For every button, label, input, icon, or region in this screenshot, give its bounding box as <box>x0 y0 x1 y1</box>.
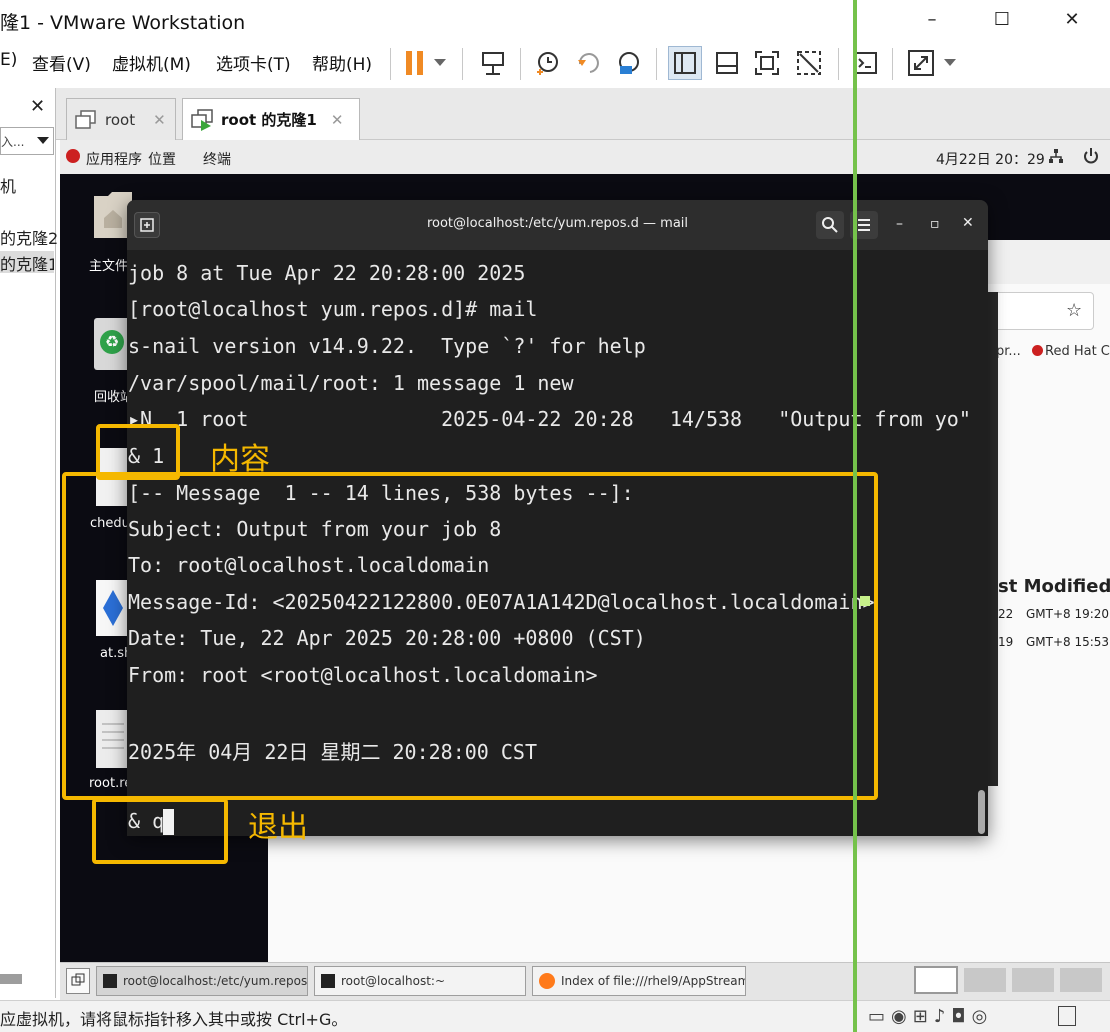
show-library-icon[interactable] <box>668 46 702 80</box>
terminal-maximize-icon[interactable]: ▫ <box>930 216 940 232</box>
trash-icon[interactable]: ♻ <box>94 318 130 370</box>
revert-snapshot-icon[interactable] <box>572 46 606 80</box>
unity-icon[interactable] <box>792 46 826 80</box>
hdd-icon[interactable]: ▭ <box>868 1006 891 1027</box>
close-button[interactable]: ✕ <box>1054 6 1090 34</box>
network-adapter-icon[interactable]: ⊞ <box>913 1006 934 1027</box>
thumbnail-bar-icon[interactable] <box>710 46 744 80</box>
library-item-clone2[interactable]: 的克隆2 <box>0 225 58 249</box>
annotation-box-quit <box>92 798 228 864</box>
terminal-scrollbar[interactable] <box>978 790 985 834</box>
library-close-icon[interactable]: ✕ <box>30 96 45 117</box>
terminal-line: s-nail version v14.9.22. Type `?' for he… <box>128 334 646 358</box>
snapshot-manager-icon[interactable] <box>612 46 646 80</box>
cd-icon[interactable]: ◉ <box>891 1006 913 1027</box>
taskbar-label: root@localhost:/etc/yum.repos.d ... <box>123 974 308 988</box>
gnome-places[interactable]: 位置 <box>148 149 176 169</box>
row-1-time: GMT+8 19:20:4 <box>1026 607 1110 621</box>
toolbar-separator <box>838 48 839 80</box>
search-icon[interactable] <box>816 211 844 239</box>
toolbar-separator <box>390 48 391 80</box>
workspace-4[interactable] <box>1060 968 1102 992</box>
column-last-modified: st Modified <box>998 576 1110 597</box>
library-item-host[interactable]: 机 <box>0 173 16 197</box>
vm-icon <box>75 109 96 129</box>
annotation-quit-label: 退出 <box>248 810 308 845</box>
vm-running-icon <box>191 108 213 131</box>
terminal-icon <box>103 974 117 988</box>
star-icon[interactable]: ☆ <box>1066 300 1082 321</box>
taskbar-label: Index of file:///rhel9/AppStream —... <box>561 974 746 988</box>
row-1-year: 22 <box>998 607 1014 621</box>
minimize-button[interactable]: – <box>914 6 950 34</box>
redhat-bookmark-icon <box>1032 345 1043 356</box>
terminal-minimize-icon[interactable]: – <box>896 216 903 232</box>
gnome-clock[interactable]: 4月22日 20：29 <box>936 149 1045 169</box>
tab-root-clone1-label: root 的克隆1 <box>221 111 317 129</box>
terminal-close-icon[interactable]: ✕ <box>962 215 974 231</box>
device-status-icons[interactable]: ▭◉⊞♪◘◎ <box>868 1006 993 1027</box>
library-scrollbar[interactable] <box>0 974 22 984</box>
pause-icon[interactable] <box>398 46 432 80</box>
vmware-window: 隆1 - VMware Workstation – ☐ ✕ E) 查看(V) 虚… <box>0 0 1110 1032</box>
menu-edit[interactable]: E) <box>0 50 17 70</box>
tab-root-clone1[interactable]: root 的克隆1 ✕ <box>182 98 360 140</box>
taskbar-item-firefox[interactable]: Index of file:///rhel9/AppStream —... <box>532 966 746 996</box>
workspace-1[interactable] <box>914 966 958 994</box>
stretch-guest-icon[interactable] <box>904 46 938 80</box>
menu-tabs[interactable]: 选项卡(T) <box>216 50 291 75</box>
toolbar-separator <box>520 48 521 80</box>
status-text: 应虚拟机，请将鼠标指针移入其中或按 Ctrl+G。 <box>0 1010 348 1029</box>
terminal-line: job 8 at Tue Apr 22 20:28:00 2025 <box>128 261 526 285</box>
menu-view[interactable]: 查看(V) <box>32 50 91 75</box>
power-icon[interactable] <box>1082 147 1100 169</box>
close-icon[interactable]: ✕ <box>331 111 344 129</box>
bookmark-redhat[interactable]: Red Hat Cor <box>1045 344 1110 359</box>
toolbar-separator <box>892 48 893 80</box>
workspace-3[interactable] <box>1012 968 1054 992</box>
library-item-clone1[interactable]: 的克隆1 <box>0 251 54 273</box>
camera-icon[interactable]: ◘ <box>951 1006 971 1027</box>
gnome-applications[interactable]: 应用程序 <box>86 149 142 169</box>
terminal-icon <box>321 974 335 988</box>
toolbar-separator <box>462 48 463 80</box>
desktop-label-home: 主文件 <box>89 259 129 274</box>
firefox-icon <box>539 973 555 989</box>
maximize-button[interactable]: ☐ <box>984 6 1020 34</box>
terminal-line: [root@localhost yum.repos.d]# mail <box>128 297 538 321</box>
redhat-icon <box>66 149 80 163</box>
close-icon[interactable]: ✕ <box>153 111 166 129</box>
taskbar-label: root@localhost:~ <box>341 974 446 988</box>
snapshot-icon[interactable] <box>530 46 564 80</box>
vertical-guide-line <box>853 0 857 1032</box>
library-search-input[interactable]: 入... <box>0 127 54 155</box>
row-2-year: 19 <box>998 635 1014 649</box>
menu-vm[interactable]: 虚拟机(M) <box>112 50 191 75</box>
tab-root-label: root <box>105 110 136 129</box>
taskbar-item-terminal-home[interactable]: root@localhost:~ <box>314 966 526 996</box>
annotation-box-message <box>62 472 878 800</box>
taskbar-item-terminal-repos[interactable]: root@localhost:/etc/yum.repos.d ... <box>96 966 308 996</box>
network-icon[interactable] <box>1048 148 1064 168</box>
window-title: 隆1 - VMware Workstation <box>0 12 246 34</box>
gnome-terminal-menu[interactable]: 终端 <box>203 149 231 169</box>
chevron-down-icon[interactable] <box>938 46 962 80</box>
usb-icon[interactable]: ◎ <box>972 1006 994 1027</box>
message-log-icon[interactable] <box>1058 1006 1076 1026</box>
row-2-time: GMT+8 15:53:5 <box>1026 635 1110 649</box>
sound-icon[interactable]: ♪ <box>934 1006 952 1027</box>
library-search-value: 入... <box>1 135 25 149</box>
terminal-line: /var/spool/mail/root: 1 message 1 new <box>128 371 574 395</box>
workspace-2[interactable] <box>964 968 1006 992</box>
show-desktop-icon[interactable] <box>66 968 90 994</box>
send-keys-icon[interactable] <box>476 46 510 80</box>
terminal-line: ▸N 1 root 2025-04-22 20:28 14/538 "Outpu… <box>128 407 971 431</box>
chevron-down-icon[interactable] <box>428 46 452 80</box>
menu-help[interactable]: 帮助(H) <box>312 50 372 75</box>
tab-root[interactable]: root ✕ <box>66 98 176 140</box>
fullscreen-icon[interactable] <box>750 46 784 80</box>
toolbar-separator <box>656 48 657 80</box>
bookmark-prev[interactable]: pr... <box>996 344 1021 359</box>
